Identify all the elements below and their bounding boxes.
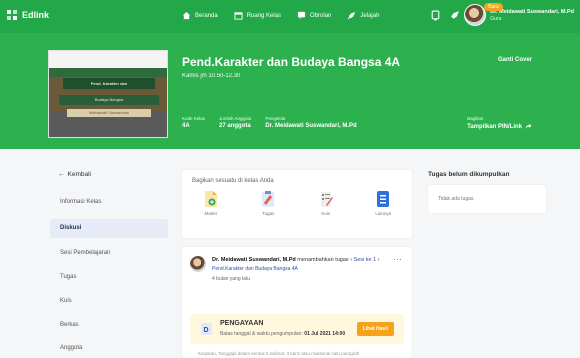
rocket-icon <box>451 10 460 19</box>
other-icon <box>377 191 390 207</box>
share-options: Materi Tugas Kuis Lainnya <box>182 190 412 216</box>
new-badge: Baru <box>484 3 503 11</box>
class-manager: Pengelola Dr. Meidawati Suswandari, M.Pd <box>265 116 356 129</box>
tile-label: Lainnya <box>375 211 392 216</box>
tile-label: Materi <box>204 211 217 216</box>
post-class-link[interactable]: Pend.Karakter dan Budaya Bangsa 4A <box>212 266 298 272</box>
sidebar-item-info[interactable]: Informasi Kelas <box>50 193 168 212</box>
meta-value: Dr. Meidawati Suswandari, M.Pd <box>265 123 357 129</box>
nav-home-label: Beranda <box>195 12 218 19</box>
class-header: Pend. Karakter dan Budaya Bangsa Meidawa… <box>0 33 580 149</box>
pending-empty-text: Tidak ada tugas. <box>438 196 475 202</box>
cover-text-line: Pend. Karakter dan <box>63 78 155 89</box>
sidebar-item-discussion[interactable]: Diskusi <box>50 219 168 238</box>
pending-assignments-card: Tidak ada tugas. <box>428 185 546 213</box>
post-header: Dr. Meidawati Suswandari, M.Pd menambahk… <box>212 257 380 263</box>
chevron-right-icon: › <box>377 257 380 263</box>
meta-label: Kode Kelas <box>182 116 206 121</box>
post-action: menambahkan tugas <box>297 257 349 263</box>
more-options-icon[interactable]: ··· <box>393 254 402 264</box>
assignment-title: PENGAYAAN <box>220 320 264 327</box>
share-other-button[interactable]: Lainnya <box>375 190 391 216</box>
assignment-due: Batas tanggal & waktu pengumpulan: 01 Ju… <box>220 331 345 337</box>
chevron-right-icon: › <box>350 257 353 263</box>
app-brand[interactable]: Edlink <box>6 9 49 21</box>
quiz-icon <box>320 192 333 207</box>
assignment-doc-icon: D <box>201 323 212 335</box>
chat-icon <box>297 11 306 20</box>
post-author[interactable]: Dr. Meidawati Suswandari, M.Pd <box>212 257 296 263</box>
share-pin: Bagikan Tampilkan PIN/Link <box>467 116 532 130</box>
home-icon <box>182 11 191 20</box>
user-menu[interactable]: Baru Dr. Meidawati Suswandari, M.Pd Guru <box>449 3 574 26</box>
member-count: Jumlah Anggota 27 anggota <box>219 116 251 129</box>
cover-text-line: Meidawati Suswandari <box>67 109 151 117</box>
user-role: Guru <box>490 15 502 22</box>
app-name: Edlink <box>22 10 50 20</box>
due-label: Batas tanggal & waktu pengumpulan: <box>220 331 303 337</box>
show-pin-label: Tampilkan PIN/Link <box>467 123 522 130</box>
see-results-button[interactable]: Lihat Hasil <box>356 322 394 336</box>
share-material-button[interactable]: Materi <box>203 190 219 216</box>
due-value: 01 Jul 2021 14:00 <box>304 331 346 337</box>
svg-text:D: D <box>204 327 209 334</box>
rocket-icon <box>347 11 356 20</box>
material-icon <box>204 191 217 207</box>
sidebar-item-sessions[interactable]: Sesi Pembelajaran <box>50 244 168 263</box>
class-schedule: Kamis jm 10.50-12.30 <box>182 73 241 79</box>
post-author-avatar <box>190 256 206 272</box>
sidebar-item-assignments[interactable]: Tugas <box>50 268 168 287</box>
meta-label: Pengelola <box>265 116 286 121</box>
user-avatar <box>464 4 487 26</box>
sidebar-item-files[interactable]: Berkas <box>50 316 168 335</box>
share-label: Bagikan <box>467 116 484 121</box>
change-cover-button[interactable]: Ganti Cover <box>498 57 532 63</box>
nav-explore-label: Jelajah <box>360 12 380 19</box>
meta-value: 27 anggota <box>219 123 251 129</box>
arrow-left-icon: ← <box>58 171 65 178</box>
back-link[interactable]: ← Kembali <box>58 171 91 178</box>
post-time: 4 bulan yang lalu <box>212 276 250 282</box>
show-pin-link[interactable]: Tampilkan PIN/Link <box>467 123 532 130</box>
meta-label: Jumlah Anggota <box>219 116 252 121</box>
sidebar-item-members[interactable]: Anggota <box>50 339 168 358</box>
tile-label: Kuis <box>321 211 331 216</box>
pending-assignments-title: Tugas belum dikumpulkan <box>428 171 510 178</box>
assignment-icon <box>262 191 275 207</box>
notification-icon[interactable] <box>430 10 441 21</box>
nav-discussion-label: Obrolan <box>310 12 332 19</box>
edlink-logo-icon <box>7 10 17 20</box>
sidebar-item-quiz[interactable]: Kuis <box>50 292 168 311</box>
share-box: Bagikan sesuatu di kelas Anda Materi Tug… <box>182 170 412 238</box>
tile-label: Tugas <box>262 211 275 216</box>
cover-text-line: Budaya Bangsa <box>59 95 159 105</box>
calendar-icon <box>234 12 243 20</box>
top-right-tools: Baru Dr. Meidawati Suswandari, M.Pd Guru <box>430 3 574 26</box>
share-quiz-button[interactable]: Kuis <box>318 190 334 216</box>
discussion-post: Dr. Meidawati Suswandari, M.Pd menambahk… <box>182 247 412 358</box>
nav-rooms[interactable]: Ruang Kelas <box>234 11 281 20</box>
nav-home[interactable]: Beranda <box>182 11 218 20</box>
class-title: Pend.Karakter dan Budaya Bangsa 4A <box>182 55 401 69</box>
share-assignment-button[interactable]: Tugas <box>260 190 276 216</box>
user-name: Dr. Meidawati Suswandari, M.Pd <box>490 8 574 15</box>
nav-explore[interactable]: Jelajah <box>347 11 379 20</box>
nav-discussion[interactable]: Obrolan <box>297 11 331 20</box>
meta-value: 4A <box>182 123 190 129</box>
post-session-link[interactable]: Sesi ke 1 <box>354 257 377 263</box>
share-icon <box>525 123 532 130</box>
back-label: Kembali <box>67 171 91 178</box>
class-meta: Kode Kelas 4A Jumlah Anggota 27 anggota … <box>182 116 357 129</box>
class-code: Kode Kelas 4A <box>182 116 205 129</box>
top-navbar: Edlink Beranda Ruang Kelas Obrolan Jelaj… <box>0 0 580 33</box>
main-nav: Beranda Ruang Kelas Obrolan Jelajah <box>182 11 379 20</box>
post-caption: Kerjakan, Tanggapi dalam bentuk 5 kalima… <box>198 351 360 356</box>
share-box-title: Bagikan sesuatu di kelas Anda <box>192 178 274 184</box>
nav-rooms-label: Ruang Kelas <box>246 12 282 19</box>
assignment-card[interactable]: D PENGAYAAN Batas tanggal & waktu pengum… <box>190 314 404 344</box>
class-cover-image: Pend. Karakter dan Budaya Bangsa Meidawa… <box>48 50 168 138</box>
